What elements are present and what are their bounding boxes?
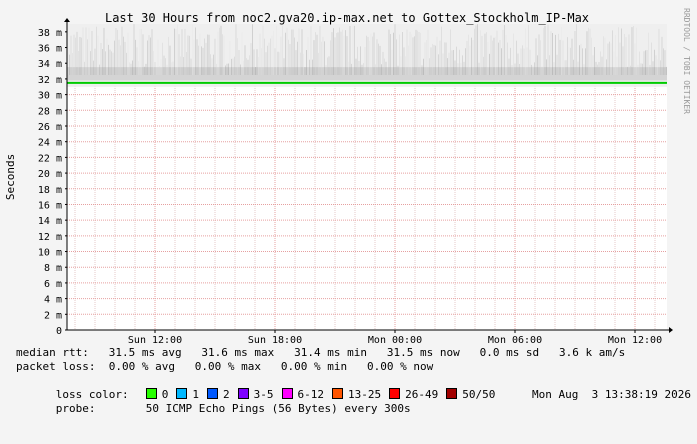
y-tick-label: 20 m xyxy=(38,169,62,180)
y-tick-label: 22 m xyxy=(38,153,62,164)
x-tick-label: Mon 12:00 xyxy=(608,335,662,346)
y-tick-label: 24 m xyxy=(38,138,62,149)
y-tick-label: 8 m xyxy=(44,263,62,274)
x-tick-label: Mon 06:00 xyxy=(488,335,542,346)
x-tick-label: Sun 18:00 xyxy=(248,335,302,346)
y-tick-label: 10 m xyxy=(38,248,62,259)
y-tick-label: 30 m xyxy=(38,91,62,102)
y-axis-arrow xyxy=(64,18,70,22)
y-tick-label: 26 m xyxy=(38,122,62,133)
y-tick-label: 12 m xyxy=(38,232,62,243)
y-tick-label: 16 m xyxy=(38,200,62,211)
y-tick-label: 0 xyxy=(56,326,62,337)
x-tick-label: Sun 12:00 xyxy=(128,335,182,346)
y-axis-label: Seconds xyxy=(4,154,17,200)
smoke-core xyxy=(67,67,667,81)
rtt-chart: 0 2 m 4 m 6 m 8 m 10 m 12 m 14 m 16 m 18 m 20 m 22 … xyxy=(4,8,691,346)
rrdtool-watermark: RRDTOOL / TOBI OETIKER xyxy=(682,8,691,114)
y-tick-label: 2 m xyxy=(44,310,62,321)
probe-description: 50 ICMP Echo Pings (56 Bytes) every 300s xyxy=(145,402,411,415)
smokeping-graph: 0 2 m 4 m 6 m 8 m 10 m 12 m 14 m 16 m 18 m 20 m 22 … xyxy=(0,0,697,415)
y-tick-label: 14 m xyxy=(38,216,62,227)
y-tick-label: 36 m xyxy=(38,44,62,55)
x-axis-arrow xyxy=(669,327,673,333)
loss-color-legend: loss color: 0 1 2 3-5 6-12 13-25 26-49 50/50 xyxy=(16,374,503,401)
x-tick-label: Mon 00:00 xyxy=(368,335,422,346)
probe-label: probe: xyxy=(55,402,96,415)
y-tick-label: 32 m xyxy=(38,75,62,86)
packet-loss-line: packet loss: 0.00 % avg 0.00 % max 0.00 … xyxy=(16,360,434,373)
y-tick-label: 34 m xyxy=(38,59,62,70)
y-tick-label: 6 m xyxy=(44,279,62,290)
y-tick-label: 4 m xyxy=(44,295,62,306)
y-tick-label: 38 m xyxy=(38,28,62,39)
chart-title: Last 30 Hours from noc2.gva20.ip-max.net… xyxy=(105,11,589,25)
median-rtt-line: median rtt: 31.5 ms avg 31.6 ms max 31.4… xyxy=(16,346,626,359)
y-tick-label: 28 m xyxy=(38,106,62,117)
graph-timestamp: Mon Aug 3 13:38:19 2026 xyxy=(532,388,691,401)
probe-line: probe: 50 ICMP Echo Pings (56 Bytes) ever… xyxy=(16,388,691,415)
y-tick-label: 18 m xyxy=(38,185,62,196)
